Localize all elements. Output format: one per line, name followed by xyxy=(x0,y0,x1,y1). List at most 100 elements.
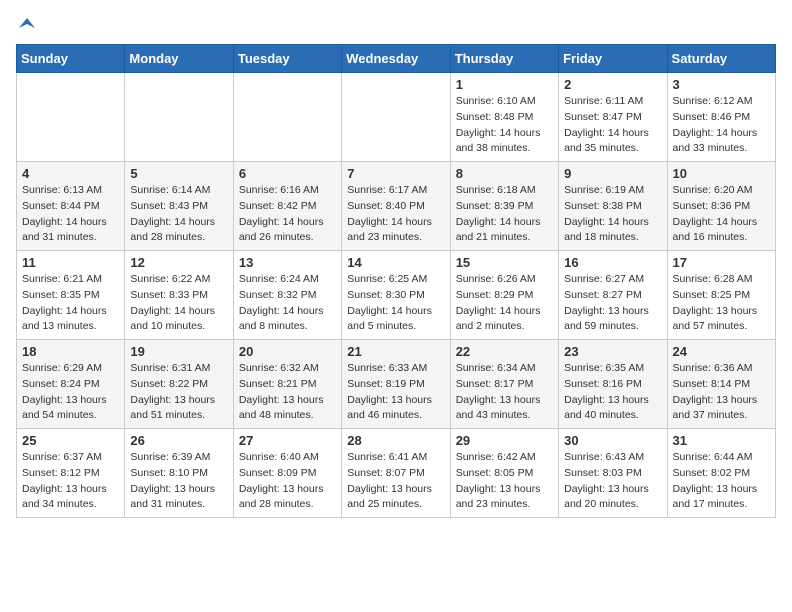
logo xyxy=(16,16,35,32)
day-cell-empty xyxy=(342,73,450,162)
day-cell-14: 14 Sunrise: 6:25 AM Sunset: 8:30 PM Dayli… xyxy=(342,251,450,340)
day-cell-8: 8Sunrise: 6:18 AM Sunset: 8:39 PM Daylig… xyxy=(450,162,558,251)
day-number: 5 xyxy=(130,166,227,181)
day-info: Sunrise: 6:12 AM Sunset: 8:46 PM Dayligh… xyxy=(673,94,770,157)
day-info: Sunrise: 6:24 AM Sunset: 8:32 PM Dayligh… xyxy=(239,272,336,335)
header-cell-wednesday: Wednesday xyxy=(342,45,450,73)
day-number: 12 xyxy=(130,255,227,270)
day-cell-15: 15 Sunrise: 6:26 AM Sunset: 8:29 PM Dayli… xyxy=(450,251,558,340)
day-cell-10: 10Sunrise: 6:20 AM Sunset: 8:36 PM Dayli… xyxy=(667,162,775,251)
header-cell-monday: Monday xyxy=(125,45,233,73)
week-row-1: 1 Sunrise: 6:10 AM Sunset: 8:48 PM Daylig… xyxy=(17,73,776,162)
day-info: Sunrise: 6:16 AM Sunset: 8:42 PM Dayligh… xyxy=(239,183,336,246)
day-cell-16: 16 Sunrise: 6:27 AM Sunset: 8:27 PM Dayli… xyxy=(559,251,667,340)
day-cell-24: 24Sunrise: 6:36 AM Sunset: 8:14 PM Dayli… xyxy=(667,340,775,429)
day-info: Sunrise: 6:17 AM Sunset: 8:40 PM Dayligh… xyxy=(347,183,444,246)
day-number: 4 xyxy=(22,166,119,181)
day-info: Sunrise: 6:43 AM Sunset: 8:03 PM Dayligh… xyxy=(564,450,661,513)
day-info: Sunrise: 6:20 AM Sunset: 8:36 PM Dayligh… xyxy=(673,183,770,246)
header-cell-tuesday: Tuesday xyxy=(233,45,341,73)
day-cell-6: 6 Sunrise: 6:16 AM Sunset: 8:42 PM Daylig… xyxy=(233,162,341,251)
day-cell-3: 3 Sunrise: 6:12 AM Sunset: 8:46 PM Daylig… xyxy=(667,73,775,162)
calendar-table: SundayMondayTuesdayWednesdayThursdayFrid… xyxy=(16,44,776,518)
day-cell-12: 12 Sunrise: 6:22 AM Sunset: 8:33 PM Dayli… xyxy=(125,251,233,340)
day-cell-11: 11 Sunrise: 6:21 AM Sunset: 8:35 PM Dayli… xyxy=(17,251,125,340)
day-info: Sunrise: 6:37 AM Sunset: 8:12 PM Dayligh… xyxy=(22,450,119,513)
week-row-3: 11 Sunrise: 6:21 AM Sunset: 8:35 PM Dayli… xyxy=(17,251,776,340)
day-number: 22 xyxy=(456,344,553,359)
header xyxy=(16,16,776,32)
day-number: 2 xyxy=(564,77,661,92)
day-cell-27: 27 Sunrise: 6:40 AM Sunset: 8:09 PM Dayli… xyxy=(233,429,341,518)
day-info: Sunrise: 6:11 AM Sunset: 8:47 PM Dayligh… xyxy=(564,94,661,157)
day-number: 9 xyxy=(564,166,661,181)
day-info: Sunrise: 6:14 AM Sunset: 8:43 PM Dayligh… xyxy=(130,183,227,246)
day-cell-4: 4 Sunrise: 6:13 AM Sunset: 8:44 PM Daylig… xyxy=(17,162,125,251)
day-number: 11 xyxy=(22,255,119,270)
day-number: 30 xyxy=(564,433,661,448)
day-cell-9: 9 Sunrise: 6:19 AM Sunset: 8:38 PM Daylig… xyxy=(559,162,667,251)
day-cell-empty xyxy=(17,73,125,162)
day-info: Sunrise: 6:21 AM Sunset: 8:35 PM Dayligh… xyxy=(22,272,119,335)
day-number: 17 xyxy=(673,255,770,270)
header-cell-sunday: Sunday xyxy=(17,45,125,73)
day-number: 26 xyxy=(130,433,227,448)
day-cell-20: 20Sunrise: 6:32 AM Sunset: 8:21 PM Dayli… xyxy=(233,340,341,429)
day-cell-empty xyxy=(233,73,341,162)
day-info: Sunrise: 6:28 AM Sunset: 8:25 PM Dayligh… xyxy=(673,272,770,335)
day-info: Sunrise: 6:19 AM Sunset: 8:38 PM Dayligh… xyxy=(564,183,661,246)
day-number: 16 xyxy=(564,255,661,270)
logo-bird-icon xyxy=(17,14,35,32)
day-info: Sunrise: 6:26 AM Sunset: 8:29 PM Dayligh… xyxy=(456,272,553,335)
day-number: 6 xyxy=(239,166,336,181)
header-cell-saturday: Saturday xyxy=(667,45,775,73)
day-info: Sunrise: 6:18 AM Sunset: 8:39 PM Dayligh… xyxy=(456,183,553,246)
week-row-5: 25 Sunrise: 6:37 AM Sunset: 8:12 PM Dayli… xyxy=(17,429,776,518)
day-cell-2: 2 Sunrise: 6:11 AM Sunset: 8:47 PM Daylig… xyxy=(559,73,667,162)
day-number: 24 xyxy=(673,344,770,359)
day-info: Sunrise: 6:29 AM Sunset: 8:24 PM Dayligh… xyxy=(22,361,119,424)
day-number: 19 xyxy=(130,344,227,359)
day-number: 1 xyxy=(456,77,553,92)
day-info: Sunrise: 6:25 AM Sunset: 8:30 PM Dayligh… xyxy=(347,272,444,335)
day-cell-22: 22 Sunrise: 6:34 AM Sunset: 8:17 PM Dayli… xyxy=(450,340,558,429)
day-number: 14 xyxy=(347,255,444,270)
day-cell-18: 18 Sunrise: 6:29 AM Sunset: 8:24 PM Dayli… xyxy=(17,340,125,429)
day-info: Sunrise: 6:31 AM Sunset: 8:22 PM Dayligh… xyxy=(130,361,227,424)
day-cell-30: 30 Sunrise: 6:43 AM Sunset: 8:03 PM Dayli… xyxy=(559,429,667,518)
day-cell-1: 1 Sunrise: 6:10 AM Sunset: 8:48 PM Daylig… xyxy=(450,73,558,162)
header-cell-thursday: Thursday xyxy=(450,45,558,73)
day-number: 3 xyxy=(673,77,770,92)
day-info: Sunrise: 6:10 AM Sunset: 8:48 PM Dayligh… xyxy=(456,94,553,157)
day-cell-7: 7 Sunrise: 6:17 AM Sunset: 8:40 PM Daylig… xyxy=(342,162,450,251)
day-cell-17: 17 Sunrise: 6:28 AM Sunset: 8:25 PM Dayli… xyxy=(667,251,775,340)
day-cell-5: 5 Sunrise: 6:14 AM Sunset: 8:43 PM Daylig… xyxy=(125,162,233,251)
day-info: Sunrise: 6:22 AM Sunset: 8:33 PM Dayligh… xyxy=(130,272,227,335)
day-number: 25 xyxy=(22,433,119,448)
day-number: 23 xyxy=(564,344,661,359)
header-cell-friday: Friday xyxy=(559,45,667,73)
day-info: Sunrise: 6:13 AM Sunset: 8:44 PM Dayligh… xyxy=(22,183,119,246)
day-info: Sunrise: 6:34 AM Sunset: 8:17 PM Dayligh… xyxy=(456,361,553,424)
header-row: SundayMondayTuesdayWednesdayThursdayFrid… xyxy=(17,45,776,73)
day-number: 20 xyxy=(239,344,336,359)
day-cell-empty xyxy=(125,73,233,162)
day-info: Sunrise: 6:27 AM Sunset: 8:27 PM Dayligh… xyxy=(564,272,661,335)
day-info: Sunrise: 6:35 AM Sunset: 8:16 PM Dayligh… xyxy=(564,361,661,424)
day-cell-31: 31Sunrise: 6:44 AM Sunset: 8:02 PM Dayli… xyxy=(667,429,775,518)
day-number: 7 xyxy=(347,166,444,181)
day-cell-25: 25 Sunrise: 6:37 AM Sunset: 8:12 PM Dayli… xyxy=(17,429,125,518)
day-number: 18 xyxy=(22,344,119,359)
day-info: Sunrise: 6:39 AM Sunset: 8:10 PM Dayligh… xyxy=(130,450,227,513)
day-cell-19: 19 Sunrise: 6:31 AM Sunset: 8:22 PM Dayli… xyxy=(125,340,233,429)
day-info: Sunrise: 6:42 AM Sunset: 8:05 PM Dayligh… xyxy=(456,450,553,513)
week-row-2: 4 Sunrise: 6:13 AM Sunset: 8:44 PM Daylig… xyxy=(17,162,776,251)
day-number: 29 xyxy=(456,433,553,448)
day-cell-13: 13 Sunrise: 6:24 AM Sunset: 8:32 PM Dayli… xyxy=(233,251,341,340)
day-info: Sunrise: 6:40 AM Sunset: 8:09 PM Dayligh… xyxy=(239,450,336,513)
day-number: 15 xyxy=(456,255,553,270)
day-number: 27 xyxy=(239,433,336,448)
day-number: 13 xyxy=(239,255,336,270)
day-cell-28: 28Sunrise: 6:41 AM Sunset: 8:07 PM Dayli… xyxy=(342,429,450,518)
day-cell-23: 23 Sunrise: 6:35 AM Sunset: 8:16 PM Dayli… xyxy=(559,340,667,429)
